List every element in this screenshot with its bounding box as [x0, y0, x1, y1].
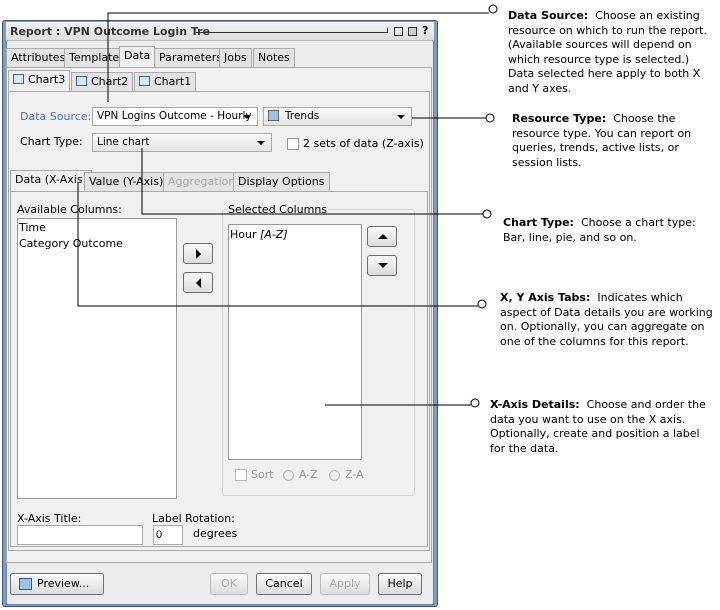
- callout-resource-type: Resource Type: Choose the resource type.…: [512, 112, 702, 170]
- callout-dot: [488, 4, 498, 14]
- callout-x-axis-details: X-Axis Details: Choose and order the dat…: [490, 398, 712, 456]
- callout-line-axis-tabs: [77, 183, 478, 307]
- callout-title: Resource Type:: [512, 112, 607, 125]
- callout-dot: [470, 398, 480, 408]
- callout-dot: [482, 209, 492, 219]
- callout-dot: [485, 113, 495, 123]
- callout-dot: [477, 299, 487, 309]
- callout-data-source: Data Source: Choose an existing resource…: [508, 9, 716, 96]
- callout-title: Data Source:: [508, 9, 589, 22]
- callout-line-data-source: [107, 12, 489, 102]
- callout-axis-tabs: X, Y Axis Tabs: Indicates which aspect o…: [500, 291, 715, 349]
- callout-title: X, Y Axis Tabs:: [500, 291, 591, 304]
- callout-chart-type: Chart Type: Choose a chart type: Bar, li…: [503, 216, 703, 245]
- callout-title: X-Axis Details:: [490, 398, 580, 411]
- callout-title: Chart Type:: [503, 216, 574, 229]
- callout-line-chart-type: [141, 148, 483, 215]
